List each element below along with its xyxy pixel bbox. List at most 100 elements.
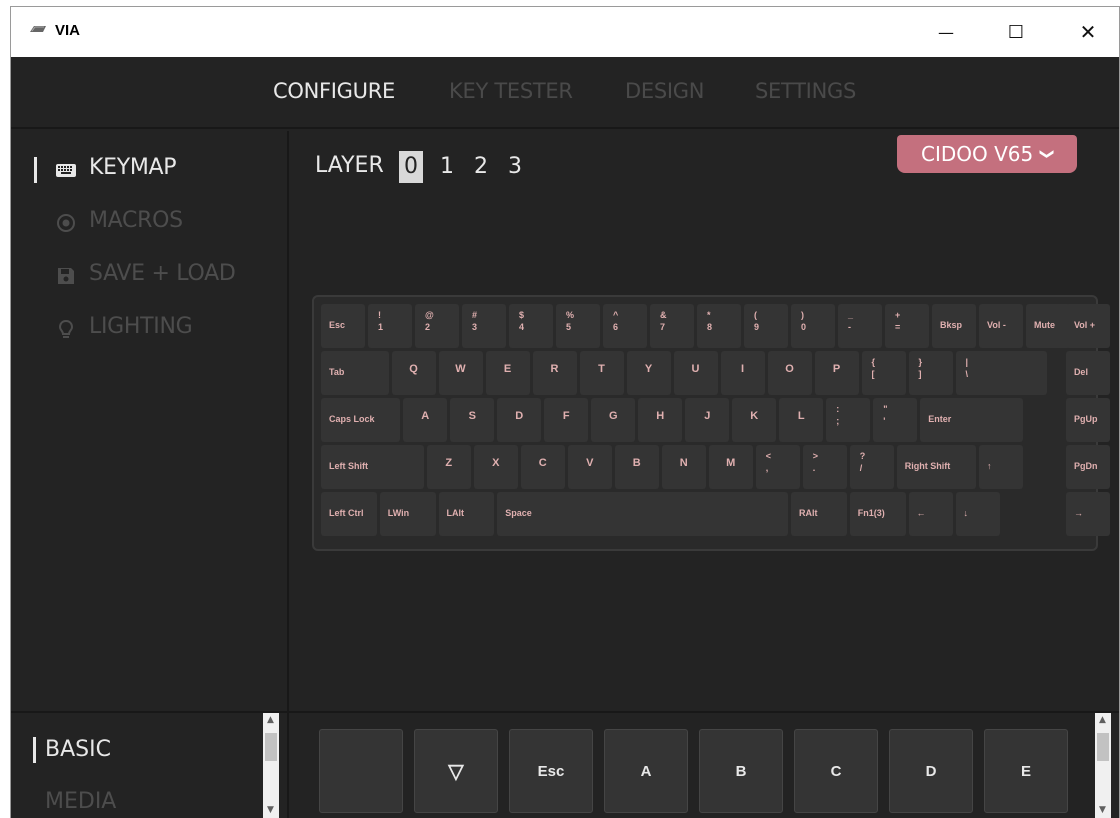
key-0-5[interactable]: % 5 [556, 304, 600, 348]
key-3-4[interactable]: V [567, 445, 612, 489]
key-3-5[interactable]: B [614, 445, 659, 489]
key-4-0[interactable]: Left Ctrl [321, 492, 377, 536]
sidebar-item-save-load[interactable]: SAVE + LOAD [11, 257, 289, 293]
key-2-8[interactable]: K [732, 398, 777, 442]
key-1-14[interactable]: Del [1065, 351, 1110, 395]
key-4-2[interactable]: LAlt [438, 492, 495, 536]
key-0-10[interactable]: ) 0 [791, 304, 835, 348]
scroll-thumb[interactable] [265, 733, 277, 761]
key-0-13[interactable]: Bksp [932, 304, 976, 348]
key-2-3[interactable]: D [497, 398, 542, 442]
key-0-6[interactable]: ^ 6 [603, 304, 647, 348]
key-4-5[interactable]: Fn1(3) [849, 492, 906, 536]
key-3-9[interactable]: >. [802, 445, 847, 489]
device-selector[interactable]: CIDOO V65 ❯ [897, 135, 1077, 173]
key-2-1[interactable]: A [403, 398, 448, 442]
palette-key[interactable]: D [889, 729, 973, 813]
key-2-11[interactable]: " ' [873, 398, 918, 442]
key-1-5[interactable]: T [579, 351, 624, 395]
close-button[interactable]: ✕ [1065, 7, 1111, 57]
key-2-2[interactable]: S [450, 398, 495, 442]
key-0-7[interactable]: & 7 [650, 304, 694, 348]
key-3-10[interactable]: ? / [849, 445, 894, 489]
key-2-0[interactable]: Caps Lock [321, 398, 401, 442]
key-4-4[interactable]: RAlt [791, 492, 847, 536]
key-3-3[interactable]: C [520, 445, 565, 489]
key-3-12[interactable]: ↑ [979, 445, 1023, 489]
tab-key-tester[interactable]: KEY TESTER [449, 79, 573, 103]
scroll-up-icon[interactable]: ▲ [267, 715, 274, 725]
scroll-thumb[interactable] [1097, 733, 1109, 761]
key-1-3[interactable]: E [485, 351, 530, 395]
tab-design[interactable]: DESIGN [625, 79, 704, 103]
key-2-10[interactable]: :; [826, 398, 871, 442]
key-1-1[interactable]: Q [391, 351, 436, 395]
key-0-16[interactable]: Vol + [1065, 304, 1110, 348]
key-1-6[interactable]: Y [626, 351, 671, 395]
key-0-3[interactable]: #3 [462, 304, 506, 348]
key-1-11[interactable]: {[ [861, 351, 906, 395]
scroll-down-icon[interactable]: ▼ [1099, 805, 1106, 815]
key-1-0[interactable]: Tab [321, 351, 389, 395]
key-4-3[interactable]: Space [497, 492, 788, 536]
layer-button-2[interactable]: 2 [469, 151, 493, 183]
key-2-9[interactable]: L [779, 398, 824, 442]
palette-key[interactable]: Esc [509, 729, 593, 813]
category-media[interactable]: MEDIA [45, 789, 116, 814]
key-2-12[interactable]: Enter [920, 398, 1023, 442]
palette-key[interactable]: ▽ [414, 729, 498, 813]
key-0-15[interactable]: Mute [1026, 304, 1070, 348]
key-3-0[interactable]: Left Shift [321, 445, 424, 489]
palette-key[interactable]: C [794, 729, 878, 813]
key-2-5[interactable]: G [591, 398, 636, 442]
key-3-13[interactable]: PgDn [1065, 445, 1110, 489]
key-1-4[interactable]: R [532, 351, 577, 395]
key-1-12[interactable]: }] [908, 351, 953, 395]
category-basic[interactable]: BASIC [45, 737, 111, 762]
sidebar-item-lighting[interactable]: LIGHTING [11, 310, 289, 346]
key-4-1[interactable]: LWin [379, 492, 436, 536]
key-2-13[interactable]: PgUp [1065, 398, 1110, 442]
layer-button-1[interactable]: 1 [435, 151, 459, 183]
key-2-7[interactable]: J [685, 398, 730, 442]
key-3-8[interactable]: <, [755, 445, 800, 489]
key-3-6[interactable]: N [661, 445, 706, 489]
tab-configure[interactable]: CONFIGURE [273, 79, 395, 103]
key-1-2[interactable]: W [438, 351, 483, 395]
key-0-12[interactable]: + = [885, 304, 929, 348]
scroll-up-icon[interactable]: ▲ [1099, 715, 1106, 725]
category-scrollbar[interactable]: ▲ ▼ [263, 713, 279, 818]
key-0-4[interactable]: $4 [509, 304, 553, 348]
maximize-button[interactable]: ☐ [993, 7, 1039, 57]
key-4-8[interactable]: → [1065, 492, 1110, 536]
key-2-6[interactable]: H [638, 398, 683, 442]
key-1-7[interactable]: U [673, 351, 718, 395]
scroll-down-icon[interactable]: ▼ [267, 805, 274, 815]
palette-scrollbar[interactable]: ▲ ▼ [1095, 713, 1111, 818]
key-4-7[interactable]: ↓ [955, 492, 1000, 536]
layer-button-3[interactable]: 3 [503, 151, 527, 183]
key-1-8[interactable]: I [720, 351, 765, 395]
key-2-4[interactable]: F [544, 398, 589, 442]
layer-button-0[interactable]: 0 [399, 151, 423, 183]
palette-key[interactable] [319, 729, 403, 813]
key-1-13[interactable]: | \ [955, 351, 1047, 395]
sidebar-item-keymap[interactable]: KEYMAP [11, 151, 289, 187]
key-0-0[interactable]: Esc [321, 304, 365, 348]
minimize-button[interactable]: — [923, 7, 969, 57]
key-0-8[interactable]: * 8 [697, 304, 741, 348]
key-0-1[interactable]: ! 1 [368, 304, 412, 348]
key-3-11[interactable]: Right Shift [896, 445, 976, 489]
key-4-6[interactable]: ← [908, 492, 953, 536]
key-1-10[interactable]: P [814, 351, 859, 395]
palette-key[interactable]: B [699, 729, 783, 813]
key-0-11[interactable]: _ - [838, 304, 882, 348]
palette-key[interactable]: E [984, 729, 1068, 813]
key-3-7[interactable]: M [708, 445, 753, 489]
key-1-9[interactable]: O [767, 351, 812, 395]
key-0-14[interactable]: Vol - [979, 304, 1023, 348]
key-0-2[interactable]: @2 [415, 304, 459, 348]
tab-settings[interactable]: SETTINGS [755, 79, 856, 103]
key-3-1[interactable]: Z [426, 445, 471, 489]
palette-key[interactable]: A [604, 729, 688, 813]
